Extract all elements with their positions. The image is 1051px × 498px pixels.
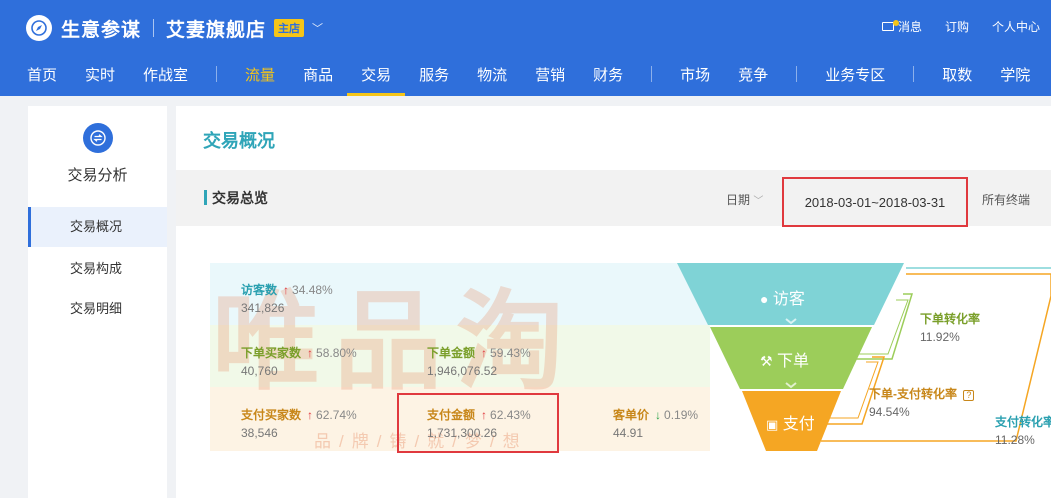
- nav-divider: [796, 66, 798, 82]
- top-links: 消息 订购 个人中心: [881, 18, 1051, 35]
- metric-order-amount: 下单金额 ↑ 59.43% 1,946,076.52: [427, 344, 531, 378]
- metric-value: 38,546: [241, 426, 278, 440]
- messages-link[interactable]: 消息: [881, 18, 922, 35]
- nav-divider: [216, 66, 218, 82]
- shop-badge: 主店: [274, 19, 305, 37]
- rate-order-conversion: 下单转化率 11.92%: [920, 310, 980, 344]
- highlight-box: [397, 393, 559, 453]
- gavel-icon: ⚒: [760, 353, 773, 369]
- wallet-icon: ▣: [766, 417, 779, 432]
- nav-marketing[interactable]: 营销: [521, 52, 579, 96]
- nav-market[interactable]: 市场: [666, 52, 724, 96]
- metric-pct: 58.80%: [316, 346, 357, 360]
- exchange-icon: [83, 123, 113, 153]
- funnel-stage-order: 下单: [777, 353, 810, 370]
- notification-dot: [892, 20, 899, 26]
- user-icon: ●: [760, 291, 769, 307]
- main-nav: 首页 实时 作战室 流量 商品 交易 服务 物流 营销 财务 市场 竞争 业务专…: [0, 52, 1044, 96]
- metric-label: 下单买家数: [241, 346, 302, 360]
- conversion-funnel: [677, 263, 1051, 451]
- metric-label: 支付买家数: [241, 408, 302, 422]
- nav-traffic[interactable]: 流量: [231, 52, 289, 96]
- overview-toolbar: 交易总览 日期 ﹀ 2018-03-01~2018-03-31 所有终端: [176, 170, 1051, 227]
- nav-logistics[interactable]: 物流: [463, 52, 521, 96]
- nav-service[interactable]: 服务: [405, 52, 463, 96]
- nav-divider: [651, 66, 653, 82]
- brand-name: 生意参谋: [61, 19, 142, 41]
- main-panel: 交易概况 交易总览 日期 ﹀ 2018-03-01~2018-03-31 所有终…: [176, 106, 1051, 498]
- messages-label: 消息: [897, 20, 922, 34]
- brand-divider: [153, 19, 155, 37]
- arrow-up-icon: ↑: [481, 346, 488, 360]
- metric-pay-buyers: 支付买家数 ↑ 62.74% 38,546: [241, 406, 357, 440]
- metric-label: 客单价: [613, 408, 650, 422]
- sidebar-item-overview[interactable]: 交易概况: [28, 207, 167, 247]
- nav-finance[interactable]: 财务: [579, 52, 637, 96]
- rate-value: 11.28%: [995, 433, 1035, 447]
- metric-label: 下单金额: [427, 346, 476, 360]
- date-range-picker[interactable]: 2018-03-01~2018-03-31: [782, 177, 968, 227]
- date-dropdown[interactable]: 日期 ﹀: [726, 191, 763, 208]
- sidebar-item-details[interactable]: 交易明细: [28, 289, 167, 329]
- date-label: 日期: [726, 193, 751, 207]
- nav-data-fetch[interactable]: 取数: [928, 52, 986, 96]
- metric-label: 访客数: [241, 283, 278, 297]
- rate-label: 支付转化率: [995, 415, 1051, 429]
- nav-trade[interactable]: 交易: [347, 52, 406, 96]
- chevron-down-icon: ﹀: [753, 196, 764, 207]
- subscribe-label: 订购: [944, 20, 969, 34]
- metric-visitors: 访客数 ↑ 34.48% 341,826: [241, 281, 333, 315]
- top-header: 生意参谋 艾妻旗舰店 主店 ﹀ 消息 订购 个人中心 首页 实时 作战室 流量 …: [0, 0, 1051, 96]
- funnel-visit-label: ● 访客: [760, 285, 805, 309]
- rate-label: 下单-支付转化率: [869, 387, 957, 401]
- arrow-up-icon: ↑: [307, 346, 314, 360]
- arrow-up-icon: ↑: [283, 283, 290, 297]
- compass-logo-icon: [26, 15, 52, 41]
- funnel-pay-label: ▣ 支付: [766, 410, 815, 434]
- nav-products[interactable]: 商品: [289, 52, 347, 96]
- arrow-up-icon: ↑: [307, 408, 314, 422]
- nav-realtime[interactable]: 实时: [71, 52, 129, 96]
- sidebar-title: 交易分析: [67, 167, 128, 184]
- subscribe-link[interactable]: 订购: [945, 18, 969, 35]
- rate-pay-conversion: 支付转化率 11.28%: [995, 413, 1051, 447]
- section-title: 交易总览: [212, 190, 268, 206]
- funnel-stage-visit: 访客: [772, 291, 805, 308]
- funnel-stage-pay: 支付: [782, 416, 815, 433]
- shop-name[interactable]: 艾妻旗舰店: [166, 15, 266, 42]
- metric-pct: 34.48%: [292, 283, 333, 297]
- terminal-dropdown[interactable]: 所有终端: [982, 191, 1030, 208]
- nav-academy[interactable]: 学院: [986, 52, 1044, 96]
- rate-value: 11.92%: [920, 330, 960, 344]
- mail-icon: [881, 20, 899, 31]
- metric-order-buyers: 下单买家数 ↑ 58.80% 40,760: [241, 344, 357, 378]
- help-icon[interactable]: ?: [963, 390, 975, 401]
- metric-pct: 62.74%: [316, 408, 357, 422]
- rate-order-pay-conversion: 下单-支付转化率 ? 94.54%: [869, 385, 975, 419]
- sidebar: 交易分析 交易概况 交易构成 交易明细: [28, 106, 167, 498]
- personal-center-label: 个人中心: [991, 20, 1040, 34]
- metric-value: 341,826: [241, 301, 285, 315]
- nav-competition[interactable]: 竞争: [724, 52, 782, 96]
- rate-label: 下单转化率: [920, 312, 981, 326]
- personal-center-link[interactable]: 个人中心: [992, 18, 1040, 35]
- chevron-down-icon[interactable]: ﹀: [312, 20, 323, 36]
- page-title: 交易概况: [203, 131, 275, 151]
- sidebar-item-composition[interactable]: 交易构成: [28, 249, 167, 289]
- section-accent-bar: [204, 190, 207, 205]
- metric-pct: 59.43%: [490, 346, 531, 360]
- nav-war-room[interactable]: 作战室: [129, 52, 202, 96]
- metric-value: 1,946,076.52: [427, 364, 498, 378]
- nav-divider: [913, 66, 915, 82]
- rate-value: 94.54%: [869, 405, 910, 419]
- metric-value: 40,760: [241, 364, 278, 378]
- brand[interactable]: 生意参谋 艾妻旗舰店 主店 ﹀: [26, 14, 323, 42]
- nav-business-zone[interactable]: 业务专区: [811, 52, 899, 96]
- funnel-order-label: ⚒ 下单: [760, 347, 809, 371]
- nav-home[interactable]: 首页: [0, 52, 71, 96]
